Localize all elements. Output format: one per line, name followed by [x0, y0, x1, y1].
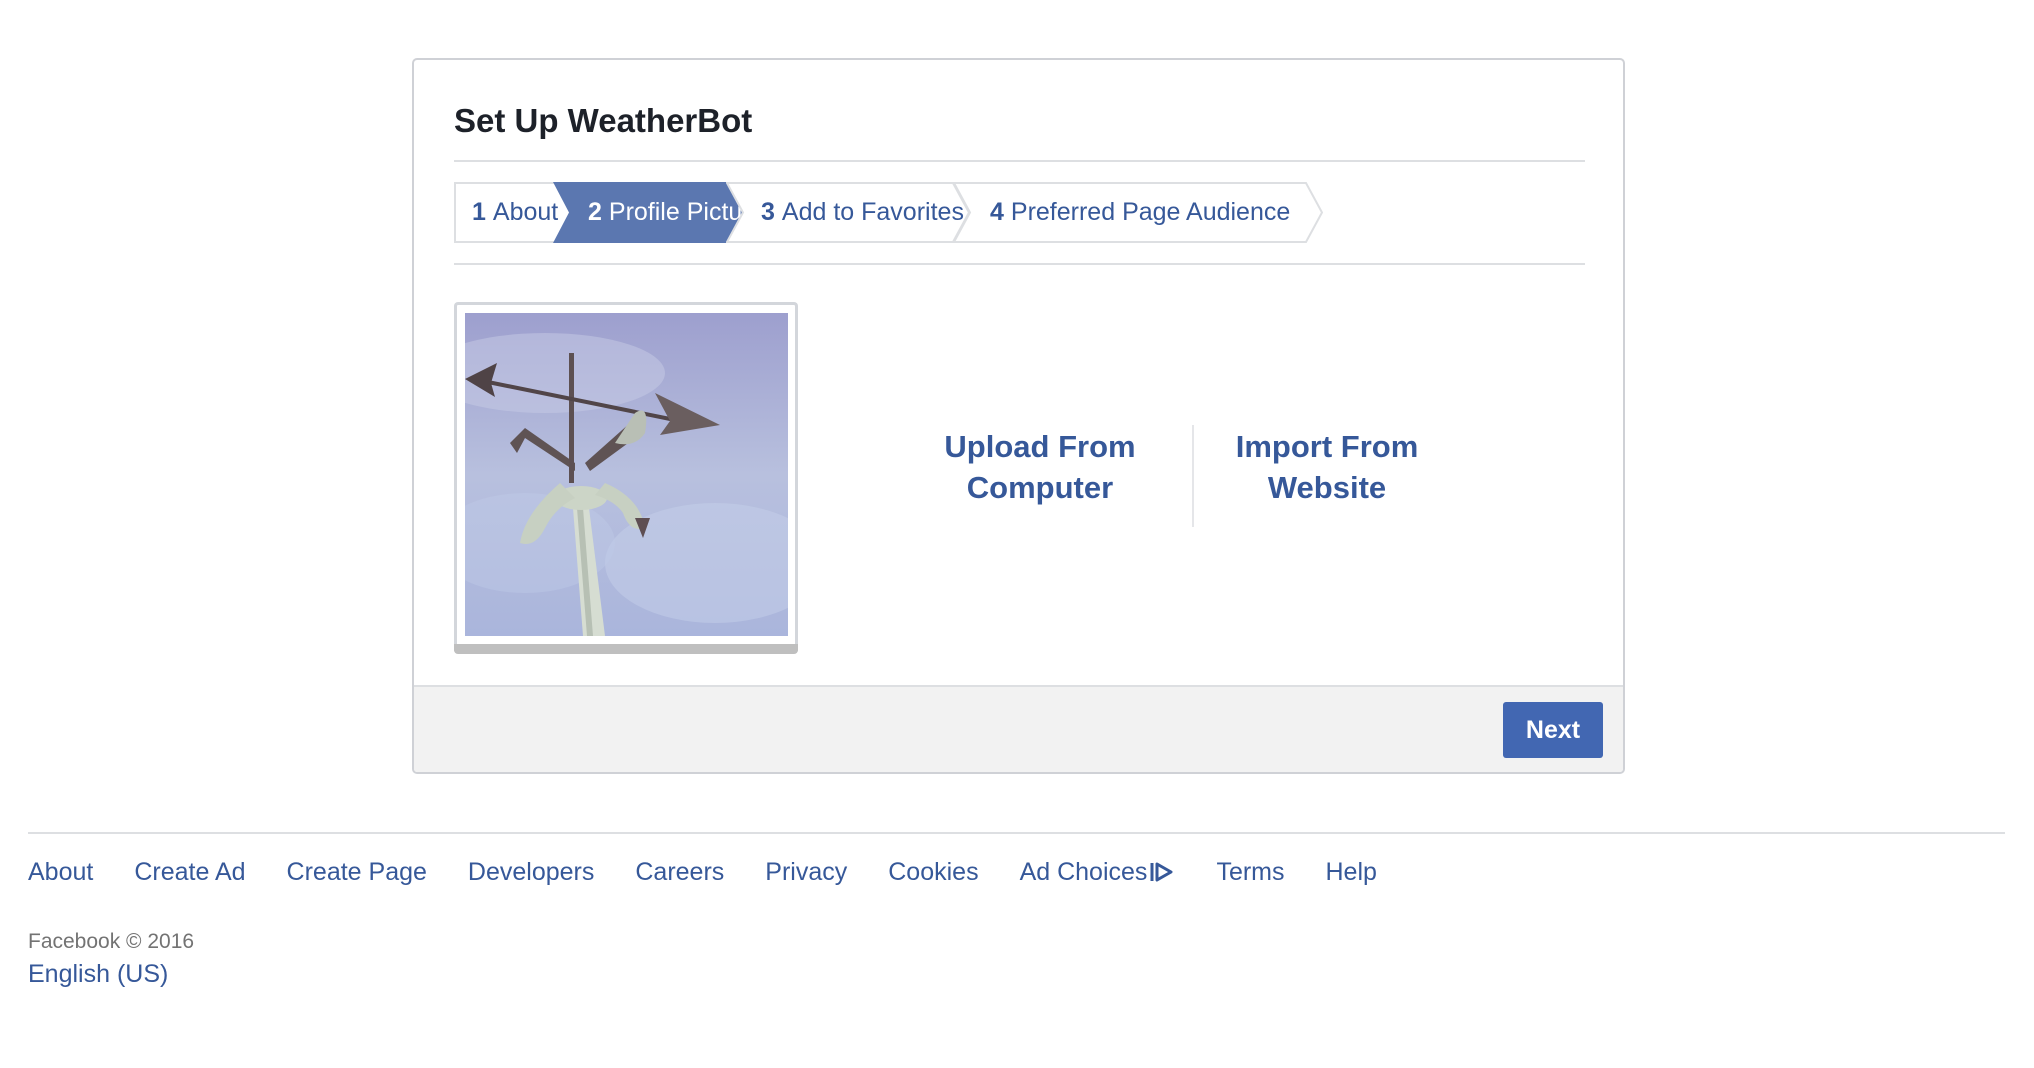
- footer-link-ad-choices[interactable]: Ad Choices: [1020, 855, 1176, 889]
- step-tab-preferred-page-audience[interactable]: 4 Preferred Page Audience: [953, 182, 1323, 243]
- upload-from-computer-link[interactable]: Upload From Computer: [924, 426, 1156, 508]
- footer-link-careers[interactable]: Careers: [635, 855, 724, 889]
- import-from-website-link[interactable]: Import From Website: [1211, 426, 1443, 508]
- dialog-footer: Next: [414, 685, 1623, 772]
- upload-label-line2: Computer: [966, 470, 1114, 505]
- title-divider: [454, 160, 1585, 162]
- step-label: About: [492, 198, 559, 226]
- step-number: 1: [472, 198, 486, 226]
- footer-link-create-ad[interactable]: Create Ad: [134, 855, 245, 889]
- steps-divider: [454, 263, 1585, 265]
- footer-link-privacy[interactable]: Privacy: [765, 855, 847, 889]
- step-tab-add-to-favorites[interactable]: 3 Add to Favorites: [726, 182, 970, 243]
- step-number: 4: [990, 198, 1004, 226]
- footer-link-cookies[interactable]: Cookies: [888, 855, 978, 889]
- step-tabs: 1 About 2 Profile Picture 3 Add to Favorite…: [454, 182, 1554, 243]
- footer-link-help[interactable]: Help: [1326, 855, 1377, 889]
- dialog-title: Set Up WeatherBot: [454, 102, 753, 139]
- step-tab-label: 3 Add to Favorites: [761, 182, 964, 243]
- profile-picture: [465, 313, 788, 636]
- footer-links: About Create Ad Create Page Developers C…: [28, 855, 1418, 889]
- footer-link-developers[interactable]: Developers: [468, 855, 594, 889]
- footer-divider: [28, 832, 2005, 834]
- step-tab-label: 4 Preferred Page Audience: [990, 182, 1290, 243]
- adchoices-icon: [1150, 862, 1173, 882]
- step-number: 3: [761, 198, 775, 226]
- step-label: Add to Favorites: [781, 198, 964, 226]
- step-tab-label: 1 About: [472, 182, 558, 243]
- footer-link-create-page[interactable]: Create Page: [287, 855, 427, 889]
- options-separator: [1192, 425, 1194, 527]
- footer-link-terms[interactable]: Terms: [1216, 855, 1284, 889]
- import-label-line1: Import From: [1235, 429, 1419, 464]
- next-button[interactable]: Next: [1503, 702, 1603, 758]
- language-link[interactable]: English (US): [28, 960, 168, 989]
- setup-dialog: Set Up WeatherBot 1 About 2 Profile Pictur…: [412, 58, 1625, 774]
- import-label-line2: Website: [1267, 470, 1387, 505]
- footer-link-about[interactable]: About: [28, 855, 93, 889]
- step-tab-profile-picture[interactable]: 2 Profile Picture: [553, 182, 765, 243]
- ad-choices-label: Ad Choices: [1019, 857, 1148, 886]
- profile-picture-frame: [454, 302, 798, 651]
- step-number: 2: [588, 198, 602, 226]
- page: Set Up WeatherBot 1 About 2 Profile Pictur…: [0, 0, 2034, 1068]
- step-label: Preferred Page Audience: [1010, 198, 1291, 226]
- upload-label-line1: Upload From: [944, 429, 1136, 464]
- profile-picture-shadow: [454, 644, 798, 654]
- copyright-text: Facebook © 2016: [28, 930, 195, 953]
